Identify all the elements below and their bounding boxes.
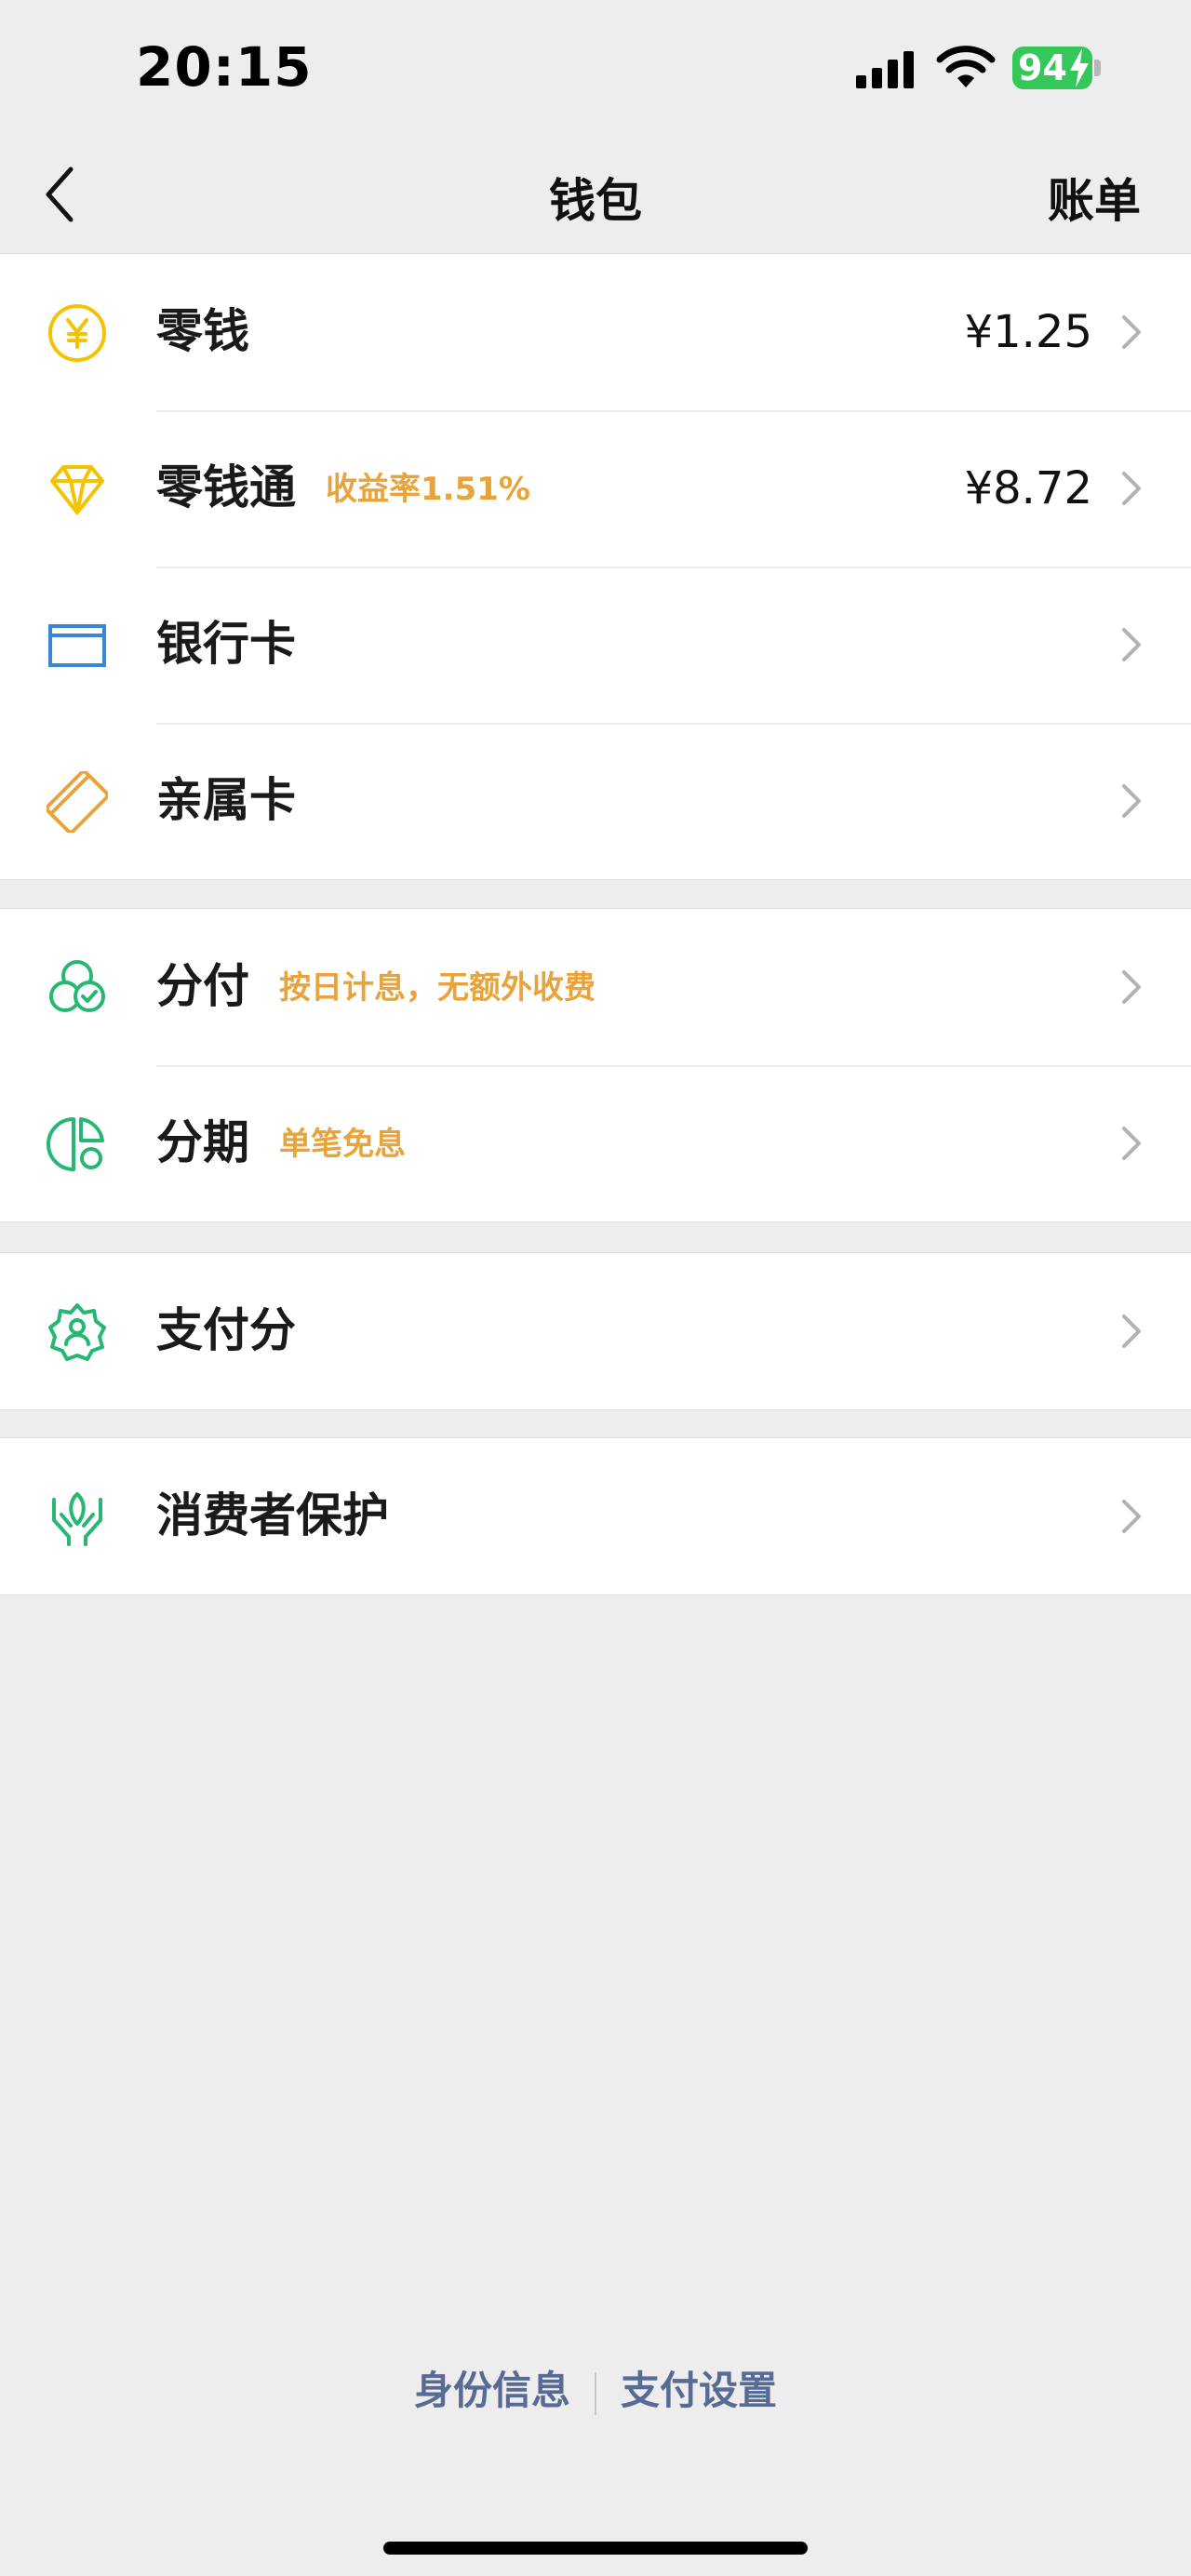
navigation-bar: 钱包 账单 [0, 140, 1191, 254]
diamond-icon [50, 465, 104, 514]
list-item-bank-card[interactable]: 银行卡 [0, 567, 1191, 723]
item-label: 分付 [156, 959, 249, 1013]
yen-coin-icon [48, 304, 106, 362]
footer-divider [595, 2371, 596, 2415]
footer-links: 身份信息 支付设置 [0, 2359, 1191, 2416]
pay-score-icon [48, 1303, 106, 1361]
family-card-icon [47, 771, 108, 833]
identity-info-link[interactable]: 身份信息 [414, 2368, 570, 2413]
payment-settings-link[interactable]: 支付设置 [621, 2368, 777, 2413]
item-label: 支付分 [156, 1303, 296, 1357]
installment-tag: 单笔免息 [279, 1126, 406, 1163]
change-balance: ¥1.25 [964, 306, 1092, 358]
wifi-icon [936, 46, 996, 87]
item-label: 亲属卡 [156, 773, 296, 827]
installment-icon [47, 1117, 104, 1171]
list-item-consumer-protection[interactable]: 消费者保护 [0, 1438, 1191, 1595]
page-title: 钱包 [549, 174, 642, 228]
yield-rate-tag: 收益率1.51% [326, 471, 530, 508]
lingqiantong-balance: ¥8.72 [964, 462, 1092, 514]
chevron-right-icon [1122, 1315, 1141, 1348]
list-item-pay-score[interactable]: 支付分 [0, 1253, 1191, 1409]
battery-level: 94 [1018, 47, 1067, 88]
status-bar: 20:15 94 [0, 0, 1191, 140]
chevron-right-icon [1122, 970, 1141, 1004]
cellular-signal-icon [856, 51, 914, 88]
item-label: 零钱 [156, 304, 249, 358]
consumer-protection-group: 消费者保护 [0, 1437, 1191, 1595]
item-label: 零钱通 [156, 460, 296, 514]
chevron-right-icon [1122, 315, 1141, 349]
list-item-fenfu[interactable]: 分付 按日计息，无额外收费 [0, 909, 1191, 1065]
fenfu-tag: 按日计息，无额外收费 [279, 969, 596, 1007]
bill-button[interactable]: 账单 [1048, 164, 1141, 231]
item-label: 分期 [156, 1115, 249, 1169]
consumer-protection-icon [52, 1492, 102, 1546]
list-item-lingqiantong[interactable]: 零钱通 收益率1.51% ¥8.72 [0, 410, 1191, 567]
charging-bolt-icon [1070, 48, 1089, 87]
chevron-right-icon [1122, 1500, 1141, 1533]
item-label: 银行卡 [156, 617, 296, 671]
credit-group: 分付 按日计息，无额外收费 分期 单笔免息 [0, 908, 1191, 1222]
pay-score-group: 支付分 [0, 1252, 1191, 1410]
battery-cap [1094, 60, 1101, 76]
bank-card-icon [48, 624, 106, 667]
chevron-right-icon [1122, 628, 1141, 661]
wallet-balance-group: 零钱 ¥1.25 零钱通 收益率1.51% ¥8.72 银行卡 亲属卡 [0, 253, 1191, 880]
chevron-right-icon [1122, 1127, 1141, 1160]
status-time: 20:15 [136, 35, 313, 99]
list-item-family-card[interactable]: 亲属卡 [0, 723, 1191, 879]
chevron-right-icon [1122, 784, 1141, 818]
list-item-change[interactable]: 零钱 ¥1.25 [0, 254, 1191, 410]
list-item-installment[interactable]: 分期 单笔免息 [0, 1065, 1191, 1221]
chevron-right-icon [1122, 472, 1141, 505]
fenfu-icon [49, 960, 105, 1012]
item-label: 消费者保护 [156, 1488, 389, 1542]
home-indicator[interactable] [383, 2542, 808, 2555]
